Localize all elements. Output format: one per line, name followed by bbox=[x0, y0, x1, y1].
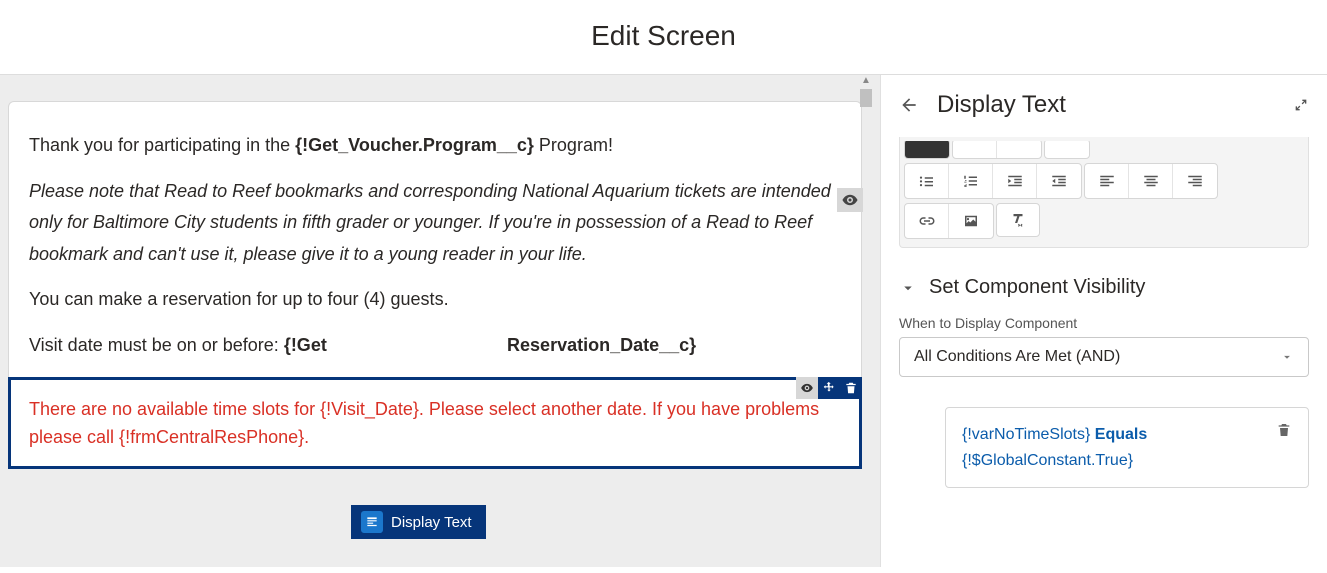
visit-date-paragraph: Visit date must be on or before: {!Getxx… bbox=[29, 330, 841, 362]
visit-merge-left: {!Get bbox=[284, 335, 327, 355]
visibility-indicator bbox=[796, 377, 818, 399]
delete-component-button[interactable] bbox=[840, 377, 862, 399]
bullet-list-icon bbox=[918, 172, 936, 190]
trash-icon bbox=[844, 381, 858, 395]
when-to-display-label: When to Display Component bbox=[899, 315, 1309, 331]
visibility-condition[interactable]: {!varNoTimeSlots} Equals {!$GlobalConsta… bbox=[945, 407, 1309, 488]
condition-summary: {!varNoTimeSlots} Equals {!$GlobalConsta… bbox=[962, 422, 1147, 473]
canvas-scrollbar[interactable]: ▲ bbox=[860, 75, 872, 567]
indent-icon bbox=[1006, 172, 1024, 190]
back-arrow-icon[interactable] bbox=[899, 95, 919, 115]
display-text-icon bbox=[361, 511, 383, 533]
rte-image-button[interactable] bbox=[949, 204, 993, 238]
delete-condition-button[interactable] bbox=[1276, 422, 1292, 443]
visit-prefix: Visit date must be on or before: bbox=[29, 335, 284, 355]
visibility-section-header[interactable]: Set Component Visibility bbox=[899, 276, 1309, 299]
properties-panel: Display Text bbox=[880, 75, 1327, 567]
trash-icon bbox=[1276, 422, 1292, 438]
component-type-tag[interactable]: Display Text bbox=[351, 505, 486, 539]
error-message-text: There are no available time slots for {!… bbox=[29, 399, 819, 447]
numbered-list-icon bbox=[962, 172, 980, 190]
rte-align-left-button[interactable] bbox=[1085, 164, 1129, 198]
component-type-label: Display Text bbox=[391, 514, 472, 531]
rte-numbered-list-button[interactable] bbox=[949, 164, 993, 198]
rte-bullet-list-button[interactable] bbox=[905, 164, 949, 198]
expand-icon[interactable] bbox=[1293, 97, 1309, 113]
chevron-down-icon bbox=[899, 279, 917, 297]
align-center-icon bbox=[1142, 172, 1160, 190]
properties-header: Display Text bbox=[881, 75, 1327, 137]
intro-merge-field: {!Get_Voucher.Program__c} bbox=[295, 135, 534, 155]
condition-operator: Equals bbox=[1095, 426, 1147, 443]
condition-lhs: {!varNoTimeSlots} bbox=[962, 426, 1090, 443]
screen-canvas[interactable]: Thank you for participating in the {!Get… bbox=[0, 75, 880, 567]
visit-merge-right: Reservation_Date__c} bbox=[507, 335, 696, 355]
eye-icon bbox=[800, 381, 814, 395]
rte-indent-button[interactable] bbox=[993, 164, 1037, 198]
reservation-paragraph: You can make a reservation for up to fou… bbox=[29, 284, 841, 316]
move-component-button[interactable] bbox=[818, 377, 840, 399]
visibility-section-title: Set Component Visibility bbox=[929, 276, 1145, 299]
rte-unknown-button[interactable] bbox=[953, 141, 997, 158]
display-text-card-intro[interactable]: Thank you for participating in the {!Get… bbox=[8, 101, 862, 382]
rte-unknown-button[interactable] bbox=[1045, 141, 1089, 158]
intro-suffix: Program! bbox=[534, 135, 613, 155]
eye-icon bbox=[841, 191, 859, 209]
scrollbar-thumb[interactable] bbox=[860, 89, 872, 107]
when-to-display-value: All Conditions Are Met (AND) bbox=[914, 348, 1120, 366]
rte-outdent-button[interactable] bbox=[1037, 164, 1081, 198]
move-icon bbox=[822, 381, 836, 395]
rich-text-toolbar bbox=[899, 137, 1309, 248]
align-left-icon bbox=[1098, 172, 1116, 190]
clear-format-icon bbox=[1009, 211, 1027, 229]
rte-align-right-button[interactable] bbox=[1173, 164, 1217, 198]
when-to-display-combobox[interactable]: All Conditions Are Met (AND) bbox=[899, 337, 1309, 377]
rte-align-center-button[interactable] bbox=[1129, 164, 1173, 198]
properties-title: Display Text bbox=[937, 91, 1293, 119]
editor-layout: Thank you for participating in the {!Get… bbox=[0, 74, 1327, 567]
selected-display-text-block[interactable]: There are no available time slots for {!… bbox=[8, 377, 862, 469]
intro-paragraph: Thank you for participating in the {!Get… bbox=[29, 130, 841, 162]
rte-clear-format-button[interactable] bbox=[996, 203, 1040, 237]
rte-unknown-button[interactable] bbox=[905, 141, 949, 158]
image-icon bbox=[962, 212, 980, 230]
rte-unknown-button[interactable] bbox=[997, 141, 1041, 158]
condition-rhs: {!$GlobalConstant.True} bbox=[962, 452, 1133, 469]
page-title: Edit Screen bbox=[0, 0, 1327, 74]
scroll-up-arrow-icon[interactable]: ▲ bbox=[860, 75, 872, 87]
link-icon bbox=[918, 212, 936, 230]
outdent-icon bbox=[1050, 172, 1068, 190]
properties-body: Set Component Visibility When to Display… bbox=[881, 137, 1327, 488]
caret-down-icon bbox=[1280, 350, 1294, 364]
align-right-icon bbox=[1186, 172, 1204, 190]
selected-toolbar bbox=[796, 377, 862, 399]
note-paragraph: Please note that Read to Reef bookmarks … bbox=[29, 176, 841, 271]
rte-link-button[interactable] bbox=[905, 204, 949, 238]
intro-prefix: Thank you for participating in the bbox=[29, 135, 295, 155]
